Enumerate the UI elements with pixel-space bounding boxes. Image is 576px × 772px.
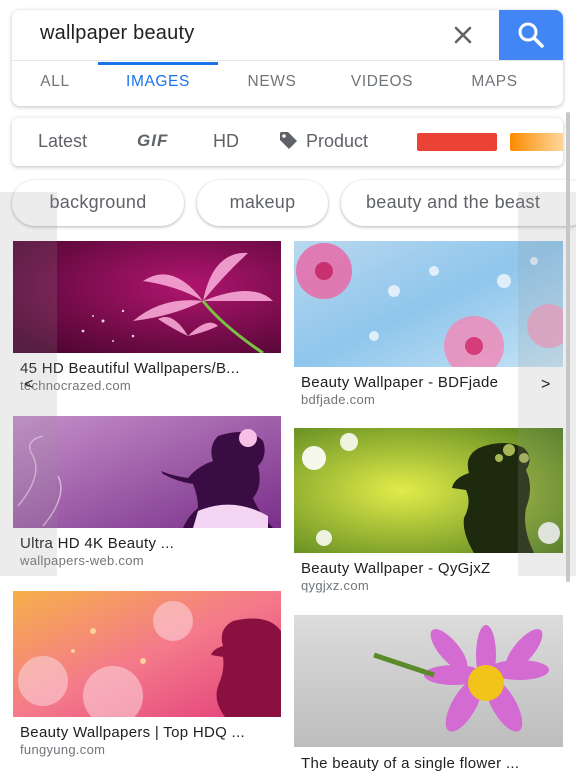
result-source: bdfjade.com <box>301 392 376 407</box>
result-thumbnail[interactable] <box>294 615 563 747</box>
color-filter-red[interactable] <box>417 133 497 151</box>
result-title[interactable]: Ultra HD 4K Beauty ... <box>20 535 278 552</box>
close-icon <box>454 26 472 44</box>
filter-bar: Latest GIF HD Product <box>12 118 563 166</box>
result-source: fungyung.com <box>20 742 106 757</box>
color-filter-orange[interactable] <box>510 133 563 151</box>
result-title[interactable]: Beauty Wallpapers | Top HDQ ... <box>20 724 278 741</box>
result-title[interactable]: Beauty Wallpaper - BDFjade <box>301 374 541 391</box>
tab-videos[interactable]: VIDEOS <box>337 61 427 106</box>
tab-images[interactable]: IMAGES <box>98 61 218 106</box>
tab-all[interactable]: ALL <box>30 61 80 106</box>
result-title[interactable]: Beauty Wallpaper - QyGjxZ <box>301 560 541 577</box>
tag-icon <box>280 132 297 149</box>
filter-gif[interactable]: GIF <box>137 118 168 166</box>
search-bar[interactable]: wallpaper beauty <box>12 10 563 60</box>
search-card: wallpaper beauty ALL IMAGES NEWS VIDEOS … <box>12 10 563 106</box>
search-icon <box>518 22 544 48</box>
result-thumbnail[interactable] <box>13 591 281 717</box>
chip-makeup[interactable]: makeup <box>197 180 328 226</box>
tab-maps[interactable]: MAPS <box>457 61 532 106</box>
result-source: qygjxz.com <box>301 578 370 593</box>
search-tabs: ALL IMAGES NEWS VIDEOS MAPS <box>12 61 563 106</box>
filter-product-label: Product <box>306 131 369 151</box>
active-tab-indicator <box>98 62 218 65</box>
filter-latest[interactable]: Latest <box>38 118 87 166</box>
next-arrow[interactable]: > <box>541 376 550 394</box>
prev-arrow[interactable]: < <box>24 376 33 394</box>
result-card-6[interactable]: The beauty of a single flower ... <box>294 615 563 772</box>
result-title[interactable]: The beauty of a single flower ... <box>301 755 563 772</box>
search-input[interactable]: wallpaper beauty <box>40 22 194 45</box>
result-card-5[interactable]: Beauty Wallpapers | Top HDQ ... fungyung… <box>13 591 281 768</box>
tab-news[interactable]: NEWS <box>232 61 312 106</box>
search-button[interactable] <box>499 10 563 60</box>
scrollbar[interactable] <box>566 112 570 582</box>
filter-product[interactable]: Product <box>278 118 368 166</box>
filter-hd[interactable]: HD <box>213 118 239 166</box>
clear-button[interactable] <box>448 20 478 50</box>
result-title[interactable]: 45 HD Beautiful Wallpapers/B... <box>20 360 278 377</box>
